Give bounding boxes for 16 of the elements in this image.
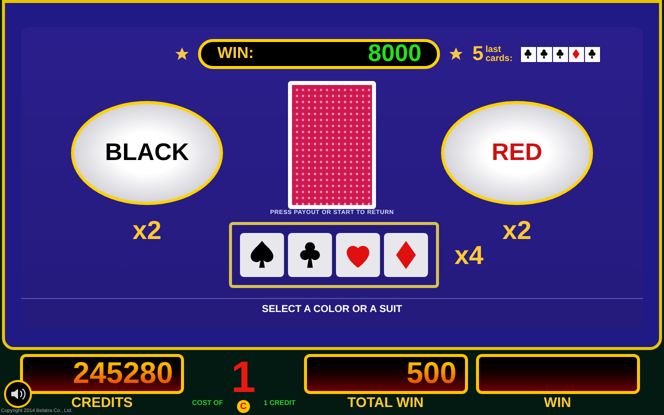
instruction-text: SELECT A COLOR OR A SUIT <box>262 303 402 317</box>
multiplier-label: x2 <box>132 217 162 243</box>
color-button[interactable]: RED <box>441 101 593 205</box>
multiplier-label: x2 <box>502 217 532 243</box>
multiplier-label: x4 <box>454 242 484 268</box>
credits-label: CREDITS <box>71 394 133 410</box>
total-win-label: TOTAL WIN <box>347 394 424 412</box>
last-cards-label: last <box>486 45 502 54</box>
color-button[interactable]: BLACK <box>71 101 223 205</box>
last-cards-count: 5 <box>472 44 484 64</box>
win-label: WIN <box>544 394 572 412</box>
win-label: WIN: <box>217 44 254 64</box>
currency-badge: C <box>236 400 250 413</box>
last-cards-label: cards: <box>486 54 513 63</box>
win-value: 8000 <box>368 42 422 66</box>
bet-value: 1 <box>231 356 256 400</box>
